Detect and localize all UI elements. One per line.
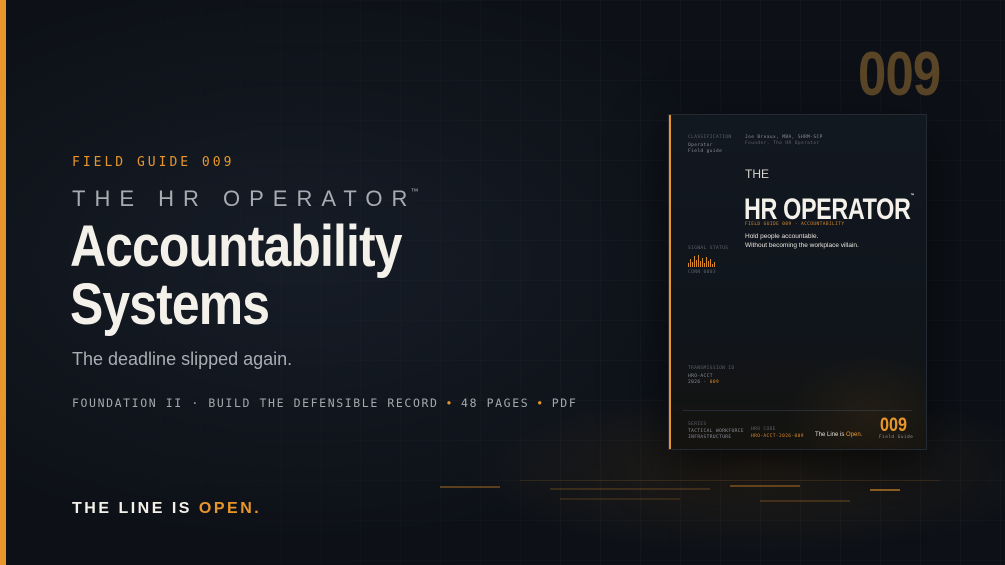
cover-transmission-number: 009 — [709, 380, 720, 385]
cover-trademark: ™ — [910, 193, 914, 199]
product-name: THE HR OPERATOR™ — [72, 186, 418, 212]
bullet-separator: • — [445, 396, 455, 410]
tagline-prefix: THE LINE IS — [72, 500, 199, 517]
cover-tagline-1: Hold people accountable. — [745, 233, 819, 240]
cover-footer-tagline-highlight: Open. — [846, 432, 863, 438]
cover-transmission-label: TRANSMISSION ID — [688, 366, 735, 371]
cover-footer-series-1: TACTICAL WORKFORCE — [688, 429, 744, 434]
meta-pages: 48 PAGES — [461, 396, 530, 410]
headline: Accountability Systems — [70, 218, 402, 334]
cover-title-text: HR OPERATOR — [744, 193, 911, 226]
cover-tagline: Hold people accountable. Without becomin… — [745, 232, 859, 250]
meta-series: FOUNDATION II · BUILD THE DEFENSIBLE REC… — [72, 396, 439, 410]
meta-format: PDF — [551, 396, 578, 410]
cover-author: Joe Breaux, MBA, SHRM-SCP — [745, 135, 823, 140]
cover-footer-tagline: The Line is Open. — [815, 432, 862, 438]
cover-series-line: FIELD GUIDE 009 · ACCOUNTABILITY — [745, 222, 845, 227]
cover-author-role: Founder, The HR Operator — [745, 141, 820, 146]
cover-divider — [683, 410, 912, 411]
tagline: THE LINE IS OPEN. — [72, 500, 261, 518]
light-streaks — [430, 476, 1005, 516]
cover-footer-tagline-prefix: The Line is — [815, 432, 847, 438]
subline: The deadline slipped again. — [72, 349, 293, 369]
cover-signal-label: SIGNAL STATUS — [688, 246, 729, 251]
cover-footer-code-label: HRO CODE — [751, 427, 776, 432]
cover-title-prefix: THE — [745, 167, 769, 181]
cover-footer-number-label: Field Guide — [879, 435, 914, 440]
bullet-separator: • — [536, 396, 545, 410]
cover-transmission-year: 2026 · — [688, 380, 707, 385]
cover-classification-value-1: Operator — [688, 143, 713, 148]
guide-cover: CLASSIFICATION Operator Field guide Joe … — [668, 114, 927, 450]
cover-transmission-value-2: 2026 · 009 — [688, 380, 719, 386]
cover-signal-value: CONN 0003 — [688, 270, 716, 275]
cover-tagline-2: Without becoming the workplace villain. — [745, 242, 859, 249]
cover-transmission-value-1: HRO-ACCT — [688, 374, 713, 379]
cover-footer-series-2: INFRASTRUCTURE — [688, 435, 732, 440]
cover-title: HR OPERATOR™ — [744, 179, 914, 227]
cover-footer-number: 009 — [880, 415, 907, 436]
signal-waveform-icon — [688, 255, 715, 267]
eyebrow-label: FIELD GUIDE 009 — [72, 155, 235, 170]
trademark-mark: ™ — [410, 187, 419, 196]
cover-footer-code: HRO-ACCT-2026-009 — [751, 434, 804, 439]
product-name-text: THE HR OPERATOR — [72, 186, 417, 211]
cover-classification-label: CLASSIFICATION — [688, 135, 732, 140]
accent-bar — [0, 0, 6, 565]
headline-line-2: Systems — [70, 272, 270, 337]
cover-classification-value-2: Field guide — [688, 149, 723, 154]
issue-number: 009 — [858, 40, 941, 109]
tagline-highlight: OPEN. — [198, 500, 262, 517]
headline-line-1: Accountability — [70, 214, 402, 279]
cover-footer-series-label: SERIES — [688, 422, 707, 427]
meta-line: FOUNDATION II · BUILD THE DEFENSIBLE REC… — [72, 396, 577, 410]
